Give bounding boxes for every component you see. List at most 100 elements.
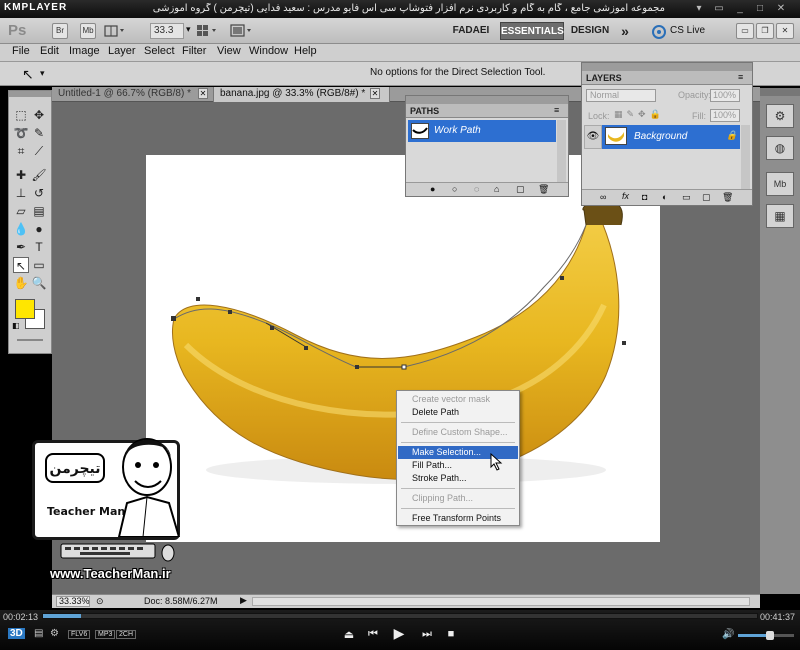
move-tool-icon[interactable]: ✥: [31, 107, 47, 123]
pen-tool-icon[interactable]: ✒: [13, 239, 29, 255]
eject-icon[interactable]: ⏏: [342, 628, 356, 641]
layers-scrollbar[interactable]: [741, 125, 750, 189]
layer-row-background[interactable]: Background 🔒: [602, 125, 740, 149]
info-panel-icon[interactable]: ◍: [766, 136, 794, 160]
settings-icon[interactable]: ⚙: [50, 628, 59, 639]
menu-item-free-transform-points[interactable]: Free Transform Points: [398, 512, 518, 525]
menu-item-delete-path[interactable]: Delete Path: [398, 406, 518, 419]
playlist-icon[interactable]: ▤: [34, 628, 43, 639]
previous-icon[interactable]: ⏮: [366, 628, 380, 641]
menu-select[interactable]: Select: [144, 45, 175, 57]
horizontal-scrollbar[interactable]: [252, 597, 750, 606]
layer-visibility-eye-icon[interactable]: 👁: [584, 125, 602, 149]
menu-item-stroke-path[interactable]: Stroke Path...: [398, 472, 518, 485]
view-extras-icon[interactable]: [104, 24, 128, 38]
eraser-tool-icon[interactable]: ▱: [13, 203, 29, 219]
panel-menu-icon[interactable]: ≡: [738, 72, 743, 82]
status-info-icon[interactable]: ⊙: [96, 596, 104, 607]
healing-brush-tool-icon[interactable]: ✚: [13, 167, 29, 183]
layer-style-icon[interactable]: fx: [622, 191, 629, 201]
workspace-essentials[interactable]: ESSENTIALS: [500, 22, 564, 40]
cs-live-icon[interactable]: [652, 25, 666, 39]
lasso-tool-icon[interactable]: ➰: [13, 125, 29, 141]
dodge-tool-icon[interactable]: ●: [31, 221, 47, 237]
maximize-icon[interactable]: □: [754, 3, 766, 15]
pin-icon[interactable]: ▾: [693, 3, 705, 15]
volume-icon[interactable]: 🔊: [722, 629, 734, 640]
lock-icons[interactable]: ▦✎✥🔒: [614, 109, 665, 120]
fill-path-icon[interactable]: ●: [430, 184, 435, 194]
rectangle-tool-icon[interactable]: ▭: [31, 257, 47, 273]
opacity-field[interactable]: 100%: [710, 89, 740, 102]
brush-tool-icon[interactable]: 🖌: [31, 167, 47, 183]
quick-selection-tool-icon[interactable]: ✎: [31, 125, 47, 141]
menu-window[interactable]: Window: [249, 45, 288, 57]
panel-grip[interactable]: [406, 96, 568, 104]
status-arrow-icon[interactable]: ▶: [240, 595, 247, 606]
next-icon[interactable]: ⏭: [420, 628, 434, 641]
more-workspaces-icon[interactable]: »: [616, 22, 634, 40]
stop-icon[interactable]: ■: [444, 628, 458, 640]
crop-tool-icon[interactable]: ⌗: [13, 143, 29, 159]
eyedropper-tool-icon[interactable]: ⟋: [31, 143, 47, 159]
workspace-design[interactable]: DESIGN: [568, 22, 612, 40]
menu-edit[interactable]: Edit: [40, 45, 59, 57]
dock-grip[interactable]: [760, 88, 800, 96]
status-zoom-field[interactable]: 33.33%: [56, 596, 90, 607]
menu-image[interactable]: Image: [69, 45, 100, 57]
volume-knob[interactable]: [766, 631, 774, 640]
bridge-button[interactable]: Br: [52, 23, 68, 39]
new-layer-icon[interactable]: ▢: [702, 192, 711, 203]
clone-stamp-tool-icon[interactable]: ⊥: [13, 185, 29, 201]
add-mask-icon[interactable]: ◘: [642, 192, 647, 202]
teacherman-url[interactable]: www.TeacherMan.ir: [50, 566, 171, 581]
load-as-selection-icon[interactable]: ◌: [474, 184, 479, 194]
chevron-down-icon[interactable]: ▾: [186, 24, 191, 35]
zoom-tool-icon[interactable]: 🔍: [31, 275, 47, 291]
volume-slider[interactable]: [738, 631, 794, 640]
direct-selection-tool-icon[interactable]: ↖: [13, 257, 29, 273]
panel-menu-icon[interactable]: ≡: [554, 105, 559, 115]
cs-live-button[interactable]: CS Live: [670, 25, 705, 36]
new-group-icon[interactable]: ▭: [682, 192, 691, 203]
swatches-panel-icon[interactable]: ▦: [766, 204, 794, 228]
panel-grip[interactable]: [582, 63, 752, 71]
seek-bar[interactable]: [42, 613, 758, 619]
mini-bridge-button[interactable]: Mb: [80, 23, 96, 39]
menu-filter[interactable]: Filter: [182, 45, 206, 57]
direct-selection-tool-icon[interactable]: ↖: [22, 66, 34, 83]
gradient-tool-icon[interactable]: ▤: [31, 203, 47, 219]
work-path-row[interactable]: Work Path: [408, 120, 556, 142]
blend-mode-select[interactable]: Normal: [586, 89, 656, 102]
restore-app-icon[interactable]: ❐: [756, 23, 774, 39]
menu-layer[interactable]: Layer: [108, 45, 136, 57]
minimize-app-icon[interactable]: ▭: [736, 23, 754, 39]
quick-mask-toggle[interactable]: [17, 339, 43, 341]
screen-mode-icon[interactable]: [230, 24, 254, 38]
arrange-documents-icon[interactable]: [196, 24, 220, 38]
make-work-path-icon[interactable]: ⌂: [494, 184, 499, 194]
3d-button[interactable]: 3D: [8, 628, 25, 639]
blur-tool-icon[interactable]: 💧: [13, 221, 29, 237]
fill-field[interactable]: 100%: [710, 109, 740, 122]
paths-scrollbar[interactable]: [557, 120, 566, 182]
menu-help[interactable]: Help: [294, 45, 317, 57]
marquee-tool-icon[interactable]: ⬚: [13, 107, 29, 123]
foreground-color-swatch-top[interactable]: [15, 299, 35, 319]
tab-untitled[interactable]: Untitled-1 @ 66.7% (RGB/8) *: [52, 87, 214, 102]
restore-icon[interactable]: ▭: [713, 3, 725, 15]
close-tab-icon[interactable]: ✕: [370, 88, 380, 99]
tab-banana[interactable]: banana.jpg @ 33.3% (RGB/8#) *: [214, 87, 390, 102]
adjustment-layer-icon[interactable]: ◐: [662, 192, 667, 202]
navigator-panel-icon[interactable]: ⚙: [766, 104, 794, 128]
menu-item-clipping-path[interactable]: Clipping Path...: [398, 492, 518, 505]
hand-tool-icon[interactable]: ✋: [13, 275, 29, 291]
close-tab-icon[interactable]: ✕: [198, 88, 208, 99]
close-icon[interactable]: ✕: [775, 3, 787, 15]
tool-preset-dropdown-icon[interactable]: ▾: [40, 68, 45, 79]
play-icon[interactable]: ▶: [392, 625, 406, 642]
history-brush-tool-icon[interactable]: ↺: [31, 185, 47, 201]
delete-path-icon[interactable]: 🗑: [538, 184, 549, 195]
new-path-icon[interactable]: ▢: [516, 184, 525, 195]
minimize-icon[interactable]: _: [734, 3, 746, 15]
